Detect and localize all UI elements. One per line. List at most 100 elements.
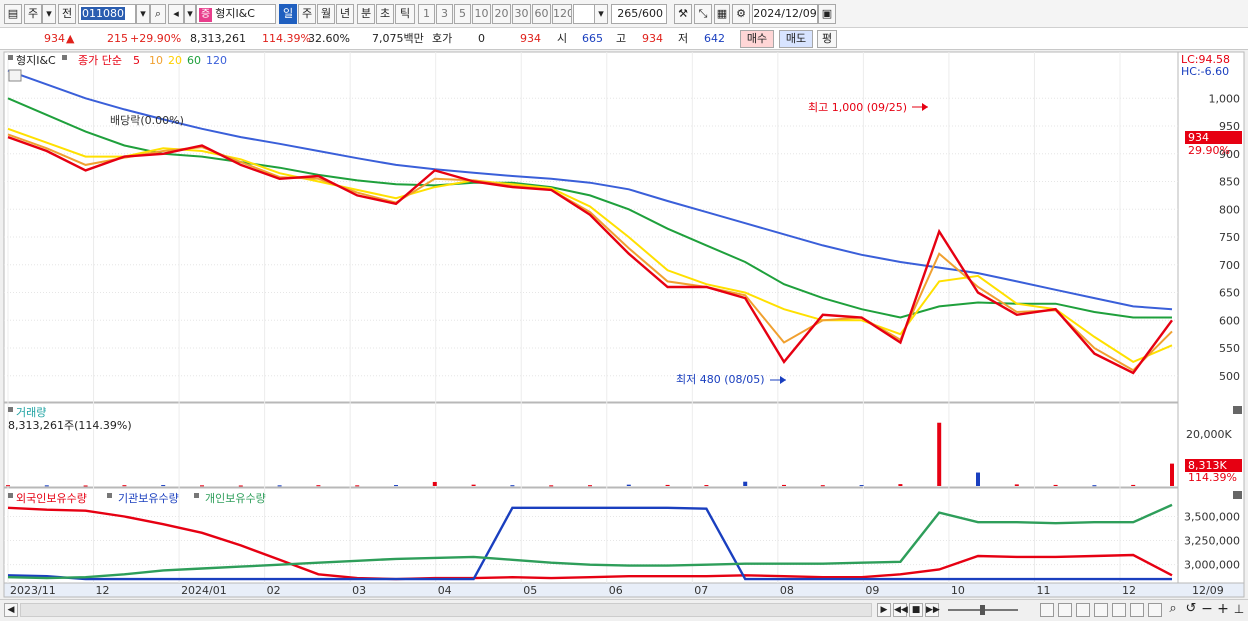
x-axis-ticks: 2023/11 12 2024/01 02 03 04 05 06 07 08 09 10 11 12 12… <box>10 584 1224 597</box>
open-value: 665 <box>582 32 603 45</box>
date-tick-label: 12 <box>1122 584 1136 597</box>
volume-bar <box>122 485 127 487</box>
volume-bar <box>510 485 515 487</box>
holdings-y-tick-label: 3,000,000 <box>1184 559 1240 572</box>
date-field[interactable]: 2024/12/09 <box>752 4 818 24</box>
interval-120-button[interactable]: 120 <box>552 4 572 24</box>
hoga-price: 934 <box>520 32 541 45</box>
panel-marker-icon <box>8 55 13 60</box>
period-minute-button[interactable]: 분 <box>357 4 375 24</box>
current-price: 934 <box>44 32 65 45</box>
volume-bar <box>1014 484 1019 486</box>
ma-legend-120: 120 <box>206 54 227 67</box>
stock-code-input[interactable]: 011080 <box>78 4 136 24</box>
price-y-tick-label: 750 <box>1219 231 1240 244</box>
layout-icon[interactable] <box>1094 603 1108 617</box>
volume-bar <box>898 484 903 486</box>
sell-button[interactable]: 매도 <box>779 30 813 48</box>
panel-marker-icon <box>194 493 199 498</box>
price-y-tick-label: 800 <box>1219 203 1240 216</box>
tool-icon[interactable]: ⚒ <box>674 4 692 24</box>
volume-axis-label: 20,000K <box>1186 428 1232 441</box>
chevron-down-icon[interactable]: ▾ <box>594 4 608 24</box>
period-tick-button[interactable]: 틱 <box>395 4 415 24</box>
play-icon[interactable]: ▶ <box>877 603 891 617</box>
gear-icon[interactable]: ⚙ <box>732 4 750 24</box>
rewind-icon[interactable]: ◀◀ <box>893 603 908 617</box>
volume-bar <box>200 485 204 487</box>
volume-bar <box>549 485 554 487</box>
interval-3-button[interactable]: 3 <box>436 4 453 24</box>
date-tick-label: 09 <box>865 584 879 597</box>
chevron-down-icon[interactable]: ▾ <box>136 4 150 24</box>
period-month-button[interactable]: 월 <box>317 4 335 24</box>
speaker-icon[interactable]: ◂ <box>168 4 184 24</box>
market-tag: 증 <box>199 8 213 22</box>
dividend-annotation: 배당락(0.00%) <box>110 114 184 127</box>
crosshair-icon[interactable] <box>1076 603 1090 617</box>
price-panel-title: 형지I&C <box>16 54 56 67</box>
scroll-track[interactable] <box>20 603 872 617</box>
date-tick-label: 02 <box>267 584 281 597</box>
search-icon[interactable]: ⌕ <box>150 4 166 24</box>
chart-area: 500 550 600 650 700 750 800 850 900 950 1,000 3,000… <box>0 50 1248 621</box>
high-annotation: 최고 1,000 (09/25) <box>808 101 907 114</box>
layout-icon[interactable] <box>1040 603 1054 617</box>
zoom-out-icon[interactable]: − <box>1200 601 1214 617</box>
fast-forward-icon[interactable]: ▶▶ <box>925 603 940 617</box>
price-y-tick-label: 700 <box>1219 259 1240 272</box>
close-panel-icon[interactable] <box>1233 491 1242 499</box>
zoom-in-icon[interactable]: + <box>1216 601 1230 617</box>
bar-count-field[interactable]: 265/600 <box>611 4 667 24</box>
prev-button[interactable]: 전 <box>58 4 76 24</box>
link-icon[interactable] <box>1130 603 1144 617</box>
stop-icon[interactable]: ■ <box>909 603 923 617</box>
period-day-button[interactable]: 일 <box>279 4 297 24</box>
hc-label: HC:-6.60 <box>1181 65 1229 78</box>
up-arrow-icon: ▲ <box>66 32 75 45</box>
interval-60-button[interactable]: 60 <box>532 4 551 24</box>
ma-legend-5: 5 <box>133 54 140 67</box>
zoom-reset-icon[interactable]: ↺ <box>1184 601 1198 617</box>
date-tick-label: 2023/11 <box>10 584 56 597</box>
change-pct: +29.90% <box>130 32 182 45</box>
ma-legend-60: 60 <box>187 54 201 67</box>
window-menu-icon[interactable]: ▤ <box>4 4 22 24</box>
buy-button[interactable]: 매수 <box>740 30 774 48</box>
volume-current-pct: 114.39% <box>1188 471 1237 484</box>
calendar-icon[interactable]: ▣ <box>818 4 836 24</box>
volume-panel <box>3 402 1179 488</box>
table-icon[interactable] <box>8 69 22 82</box>
period-select[interactable]: 주 <box>24 4 42 24</box>
interval-30-button[interactable]: 30 <box>512 4 531 24</box>
chevron-down-icon[interactable]: ▾ <box>184 4 196 24</box>
scroll-bar: ◀ ▶ ◀◀ ■ ▶▶ ⌕ ↺ − + ⊥ <box>0 599 1248 619</box>
interval-20-button[interactable]: 20 <box>492 4 511 24</box>
zoom-search-icon[interactable]: ⌕ <box>1166 601 1180 617</box>
scroll-left-icon[interactable]: ◀ <box>4 603 18 617</box>
eval-button[interactable]: 평 <box>817 30 837 48</box>
turnover: 32.60% <box>308 32 350 45</box>
chevron-down-icon[interactable]: ▾ <box>42 4 56 24</box>
period-week-button[interactable]: 주 <box>298 4 316 24</box>
panel-marker-icon <box>62 55 67 60</box>
grid-icon[interactable]: ▦ <box>714 4 730 24</box>
layout-icon[interactable] <box>1148 603 1162 617</box>
holdings-legend-institution: 기관보유수량 <box>118 492 179 505</box>
holdings-y-tick-label: 3,250,000 <box>1184 535 1240 548</box>
holdings-legend-foreign: 외국인보유수량 <box>16 492 87 505</box>
panel-marker-icon <box>8 493 13 498</box>
zoom-slider-handle[interactable] <box>980 605 985 615</box>
volume-bar <box>432 481 437 486</box>
interval-10-button[interactable]: 10 <box>472 4 491 24</box>
interval-1-button[interactable]: 1 <box>418 4 435 24</box>
trend-icon[interactable]: ⤡ <box>694 4 712 24</box>
layout-icon[interactable] <box>1112 603 1126 617</box>
layout-icon[interactable] <box>1058 603 1072 617</box>
expand-icon[interactable]: ⊥ <box>1232 601 1246 617</box>
period-second-button[interactable]: 초 <box>376 4 394 24</box>
close-panel-icon[interactable] <box>1233 406 1242 414</box>
period-year-button[interactable]: 년 <box>336 4 354 24</box>
interval-5-button[interactable]: 5 <box>454 4 471 24</box>
change-value: 215 <box>107 32 128 45</box>
